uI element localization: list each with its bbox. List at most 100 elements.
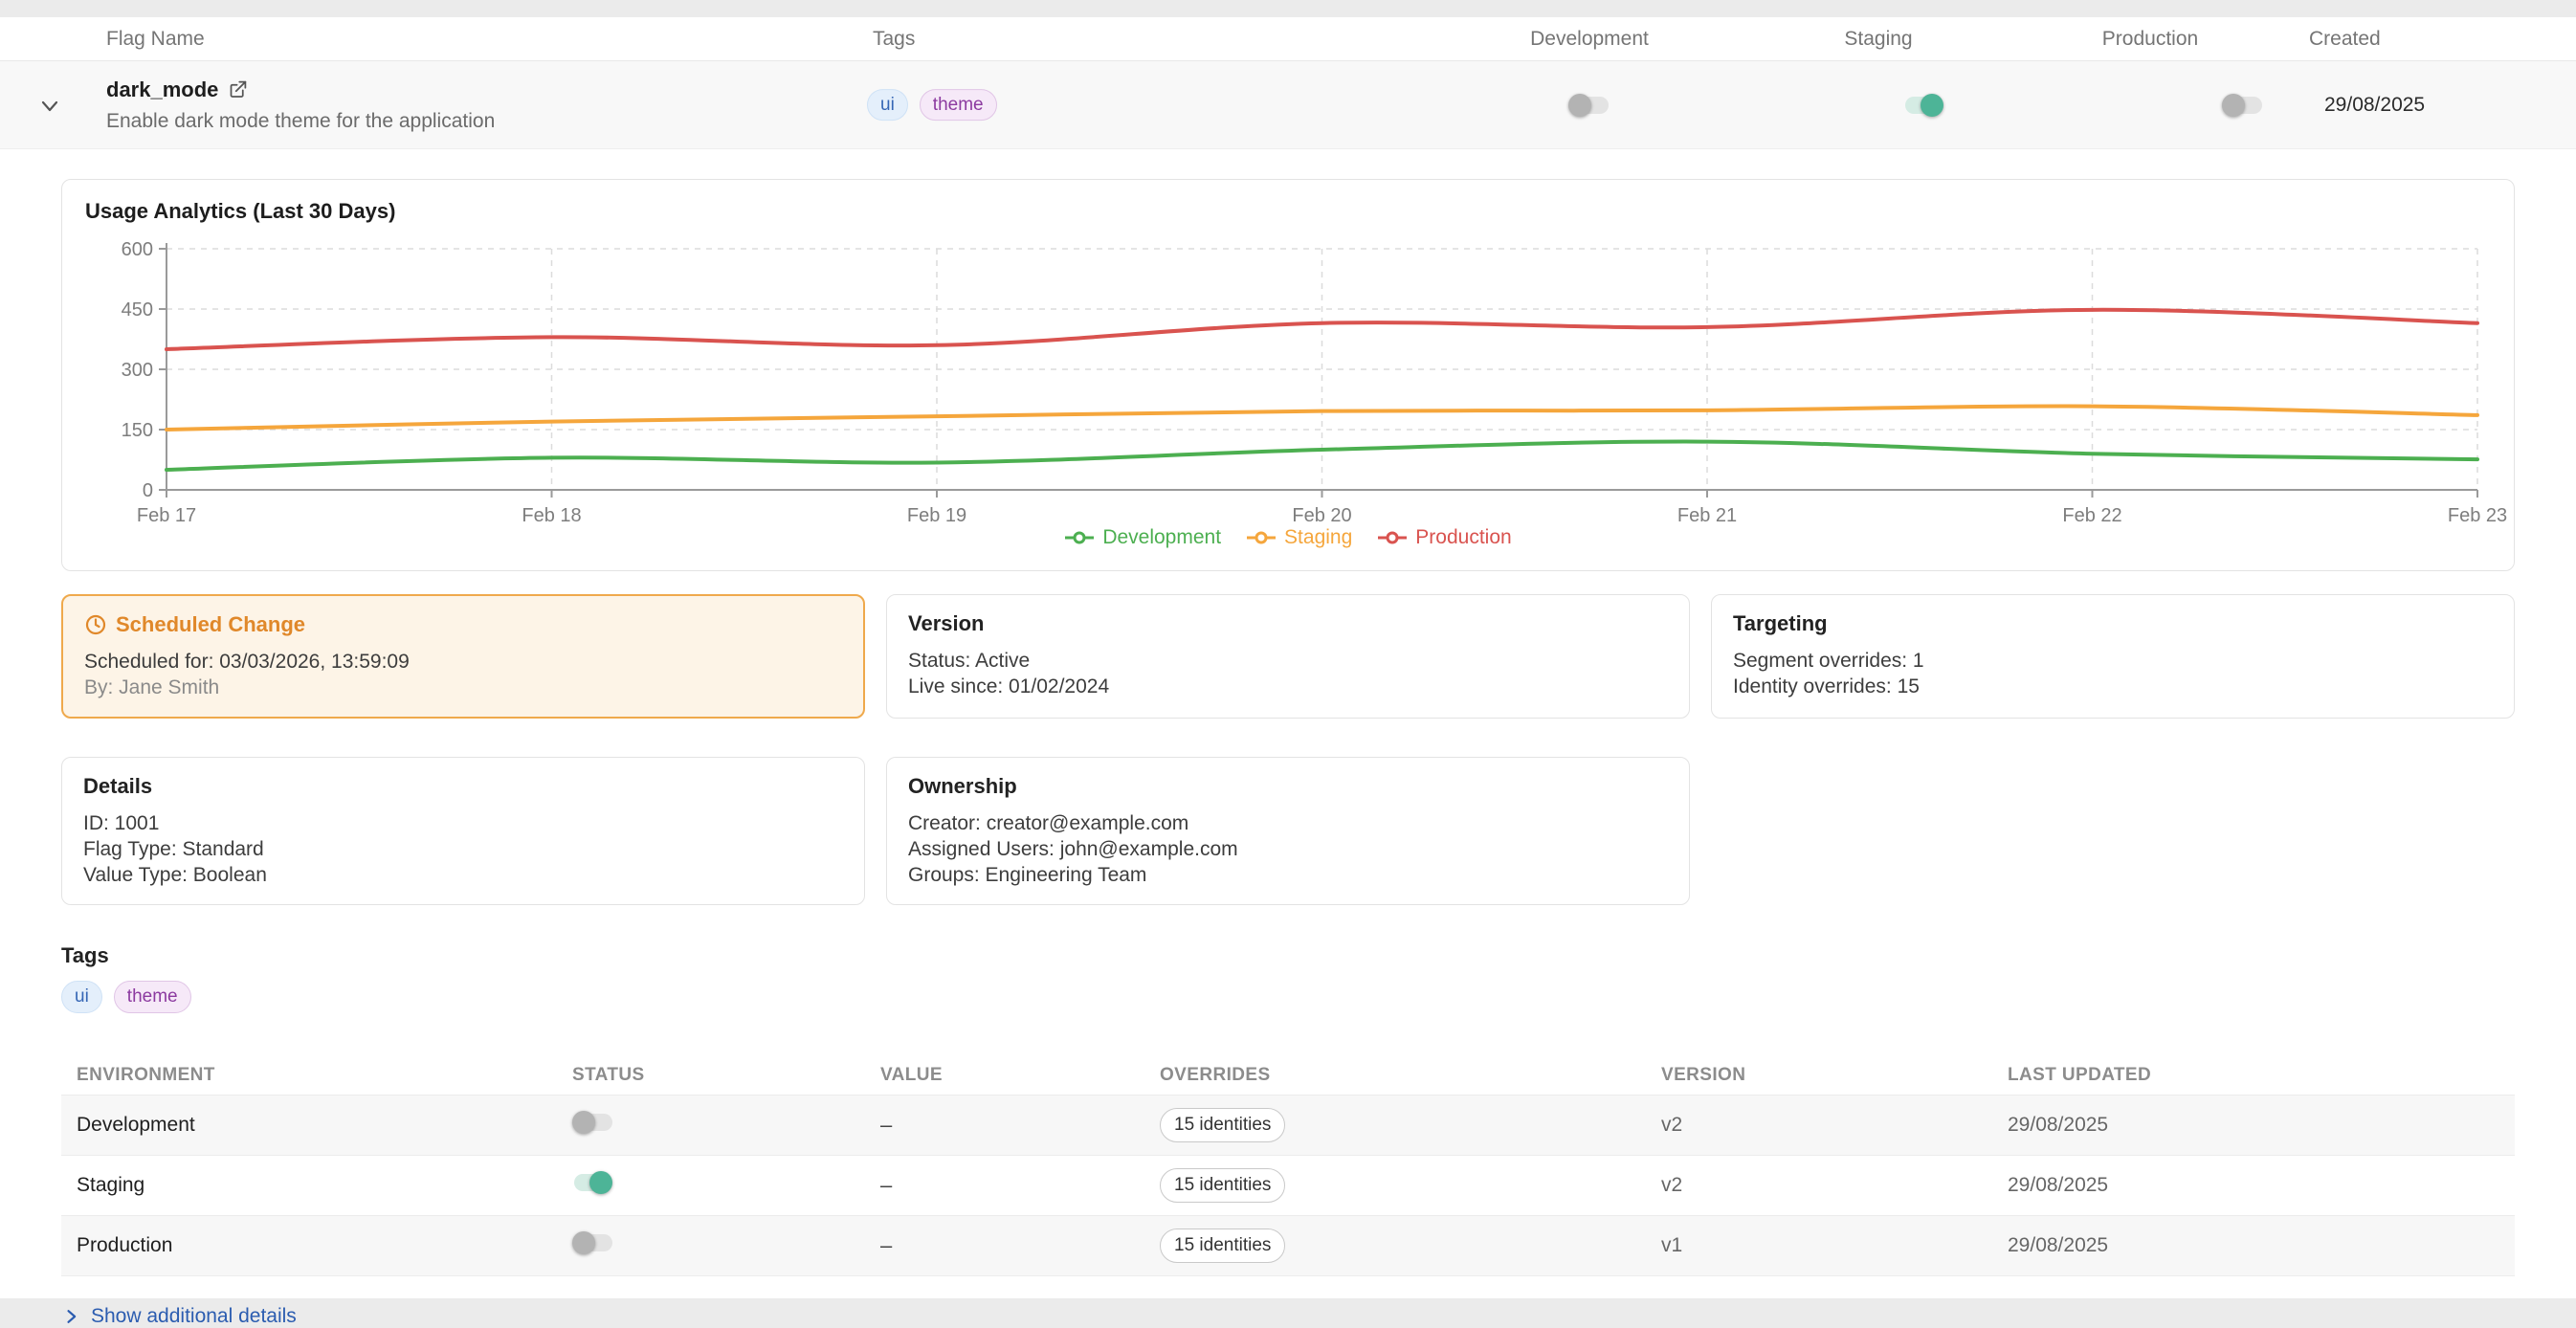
legend-item-staging[interactable]: Staging	[1246, 526, 1352, 549]
development-version: v2	[1661, 1114, 2008, 1137]
eh-overrides: Overrides	[1160, 1065, 1661, 1086]
identity-overrides: Identity overrides: 15	[1733, 674, 2493, 699]
scheduled-change-title: Scheduled Change	[116, 612, 305, 637]
svg-text:300: 300	[122, 360, 153, 381]
details-id: ID: 1001	[83, 810, 843, 836]
chart-title: Usage Analytics (Last 30 Days)	[85, 199, 2491, 224]
ownership-title: Ownership	[908, 774, 1668, 799]
production-value: –	[880, 1233, 1160, 1258]
ownership-creator: Creator: creator@example.com	[908, 810, 1668, 836]
svg-text:Feb 21: Feb 21	[1677, 505, 1737, 522]
scheduled-change-card: Scheduled Change Scheduled for: 03/03/20…	[61, 594, 865, 719]
legend-marker-icon	[1064, 530, 1095, 545]
flag-row-dark-mode[interactable]: dark_mode Enable dark mode theme for the…	[0, 61, 2576, 149]
targeting-title: Targeting	[1733, 611, 2493, 636]
svg-text:Feb 17: Feb 17	[137, 505, 196, 522]
staging-status-toggle[interactable]	[572, 1170, 614, 1195]
created-date: 29/08/2025	[2324, 94, 2425, 117]
external-link-icon[interactable]	[228, 79, 248, 100]
flag-detail-panel: Usage Analytics (Last 30 Days) 0 150 300 45…	[0, 179, 2576, 1328]
version-live-since: Live since: 01/02/2024	[908, 674, 1668, 699]
production-status-toggle[interactable]	[572, 1230, 614, 1255]
show-additional-details-link[interactable]: Show additional details	[61, 1305, 297, 1328]
version-card: Version Status: Active Live since: 01/02…	[886, 594, 1690, 719]
svg-text:Feb 23: Feb 23	[2448, 505, 2507, 522]
col-development: Development	[1530, 28, 1649, 51]
ownership-card: Ownership Creator: creator@example.com A…	[886, 757, 1690, 905]
details-value-type: Value Type: Boolean	[83, 862, 843, 888]
segment-overrides: Segment overrides: 1	[1733, 648, 2493, 674]
table-row-development: Development – 15 identities v2 29/08/202…	[61, 1096, 2515, 1156]
flag-details-page: Flag Name Tags Development Staging Produ…	[0, 17, 2576, 1298]
staging-value: –	[880, 1173, 1160, 1198]
scheduled-for: Scheduled for: 03/03/2026, 13:59:09	[84, 649, 842, 675]
clock-icon	[84, 613, 107, 636]
details-flag-type: Flag Type: Standard	[83, 836, 843, 862]
flag-description: Enable dark mode theme for the applicati…	[106, 110, 495, 133]
col-created: Created	[2309, 28, 2381, 51]
version-title: Version	[908, 611, 1668, 636]
svg-text:Feb 19: Feb 19	[907, 505, 966, 522]
svg-text:0: 0	[143, 480, 153, 501]
svg-text:Feb 22: Feb 22	[2062, 505, 2121, 522]
svg-text:Feb 18: Feb 18	[522, 505, 581, 522]
col-staging: Staging	[1844, 28, 1912, 51]
version-status: Status: Active	[908, 648, 1668, 674]
svg-text:Feb 20: Feb 20	[1292, 505, 1351, 522]
tags-section-title: Tags	[61, 943, 2515, 968]
legend-item-production[interactable]: Production	[1377, 526, 1511, 549]
legend-item-development[interactable]: Development	[1064, 526, 1221, 549]
usage-analytics-card: Usage Analytics (Last 30 Days) 0 150 300 45…	[61, 179, 2515, 571]
ownership-assigned: Assigned Users: john@example.com	[908, 836, 1668, 862]
production-overrides-badge[interactable]: 15 identities	[1160, 1228, 1285, 1263]
usage-analytics-chart: 0 150 300 450 600 Feb 17 Feb 18 Feb 19 Feb 20 Feb…	[85, 233, 2516, 522]
flag-name-block: dark_mode Enable dark mode theme for the…	[106, 77, 495, 133]
environments-table-header: Environment Status Value Overrides Versi…	[61, 1057, 2515, 1096]
development-value: –	[880, 1113, 1160, 1138]
eh-value: Value	[880, 1065, 1160, 1086]
staging-last-updated: 29/08/2025	[2008, 1174, 2515, 1197]
targeting-card: Targeting Segment overrides: 1 Identity …	[1711, 594, 2515, 719]
legend-marker-icon	[1377, 530, 1408, 545]
svg-text:150: 150	[122, 420, 153, 441]
chart-legend: Development Staging Production	[85, 526, 2491, 549]
col-flag-name: Flag Name	[106, 28, 205, 51]
tag-theme: theme	[114, 981, 191, 1013]
eh-last-updated: Last Updated	[2008, 1065, 2515, 1086]
development-last-updated: 29/08/2025	[2008, 1114, 2515, 1137]
production-last-updated: 29/08/2025	[2008, 1234, 2515, 1257]
svg-text:450: 450	[122, 299, 153, 321]
staging-version: v2	[1661, 1174, 2008, 1197]
scheduled-by: By: Jane Smith	[84, 675, 842, 700]
chevron-down-icon[interactable]	[38, 94, 61, 117]
eh-environment: Environment	[61, 1065, 572, 1086]
development-status-toggle[interactable]	[572, 1110, 614, 1135]
tag-theme: theme	[920, 89, 997, 122]
details-title: Details	[83, 774, 843, 799]
col-production: Production	[2102, 28, 2198, 51]
development-toggle[interactable]	[1568, 93, 1610, 118]
staging-overrides-badge[interactable]: 15 identities	[1160, 1168, 1285, 1203]
tag-ui: ui	[867, 89, 908, 122]
info-cards-row-1: Scheduled Change Scheduled for: 03/03/20…	[61, 594, 2515, 719]
environments-table: Environment Status Value Overrides Versi…	[61, 1057, 2515, 1276]
production-toggle[interactable]	[2222, 93, 2264, 118]
tags-section: Tags ui theme	[61, 943, 2515, 1013]
col-tags: Tags	[873, 28, 915, 51]
info-cards-row-2: Details ID: 1001 Flag Type: Standard Val…	[61, 757, 2515, 905]
flag-name: dark_mode	[106, 77, 218, 102]
tag-ui: ui	[61, 981, 102, 1013]
staging-toggle[interactable]	[1903, 93, 1945, 118]
details-card: Details ID: 1001 Flag Type: Standard Val…	[61, 757, 865, 905]
development-overrides-badge[interactable]: 15 identities	[1160, 1108, 1285, 1142]
svg-text:600: 600	[122, 239, 153, 260]
table-row-staging: Staging – 15 identities v2 29/08/2025	[61, 1156, 2515, 1216]
ownership-groups: Groups: Engineering Team	[908, 862, 1668, 888]
eh-status: Status	[572, 1065, 880, 1086]
eh-version: Version	[1661, 1065, 2008, 1086]
chevron-right-icon	[61, 1307, 80, 1326]
table-row-production: Production – 15 identities v1 29/08/2025	[61, 1216, 2515, 1276]
flag-list-header: Flag Name Tags Development Staging Produ…	[0, 17, 2576, 61]
production-version: v1	[1661, 1234, 2008, 1257]
legend-marker-icon	[1246, 530, 1277, 545]
